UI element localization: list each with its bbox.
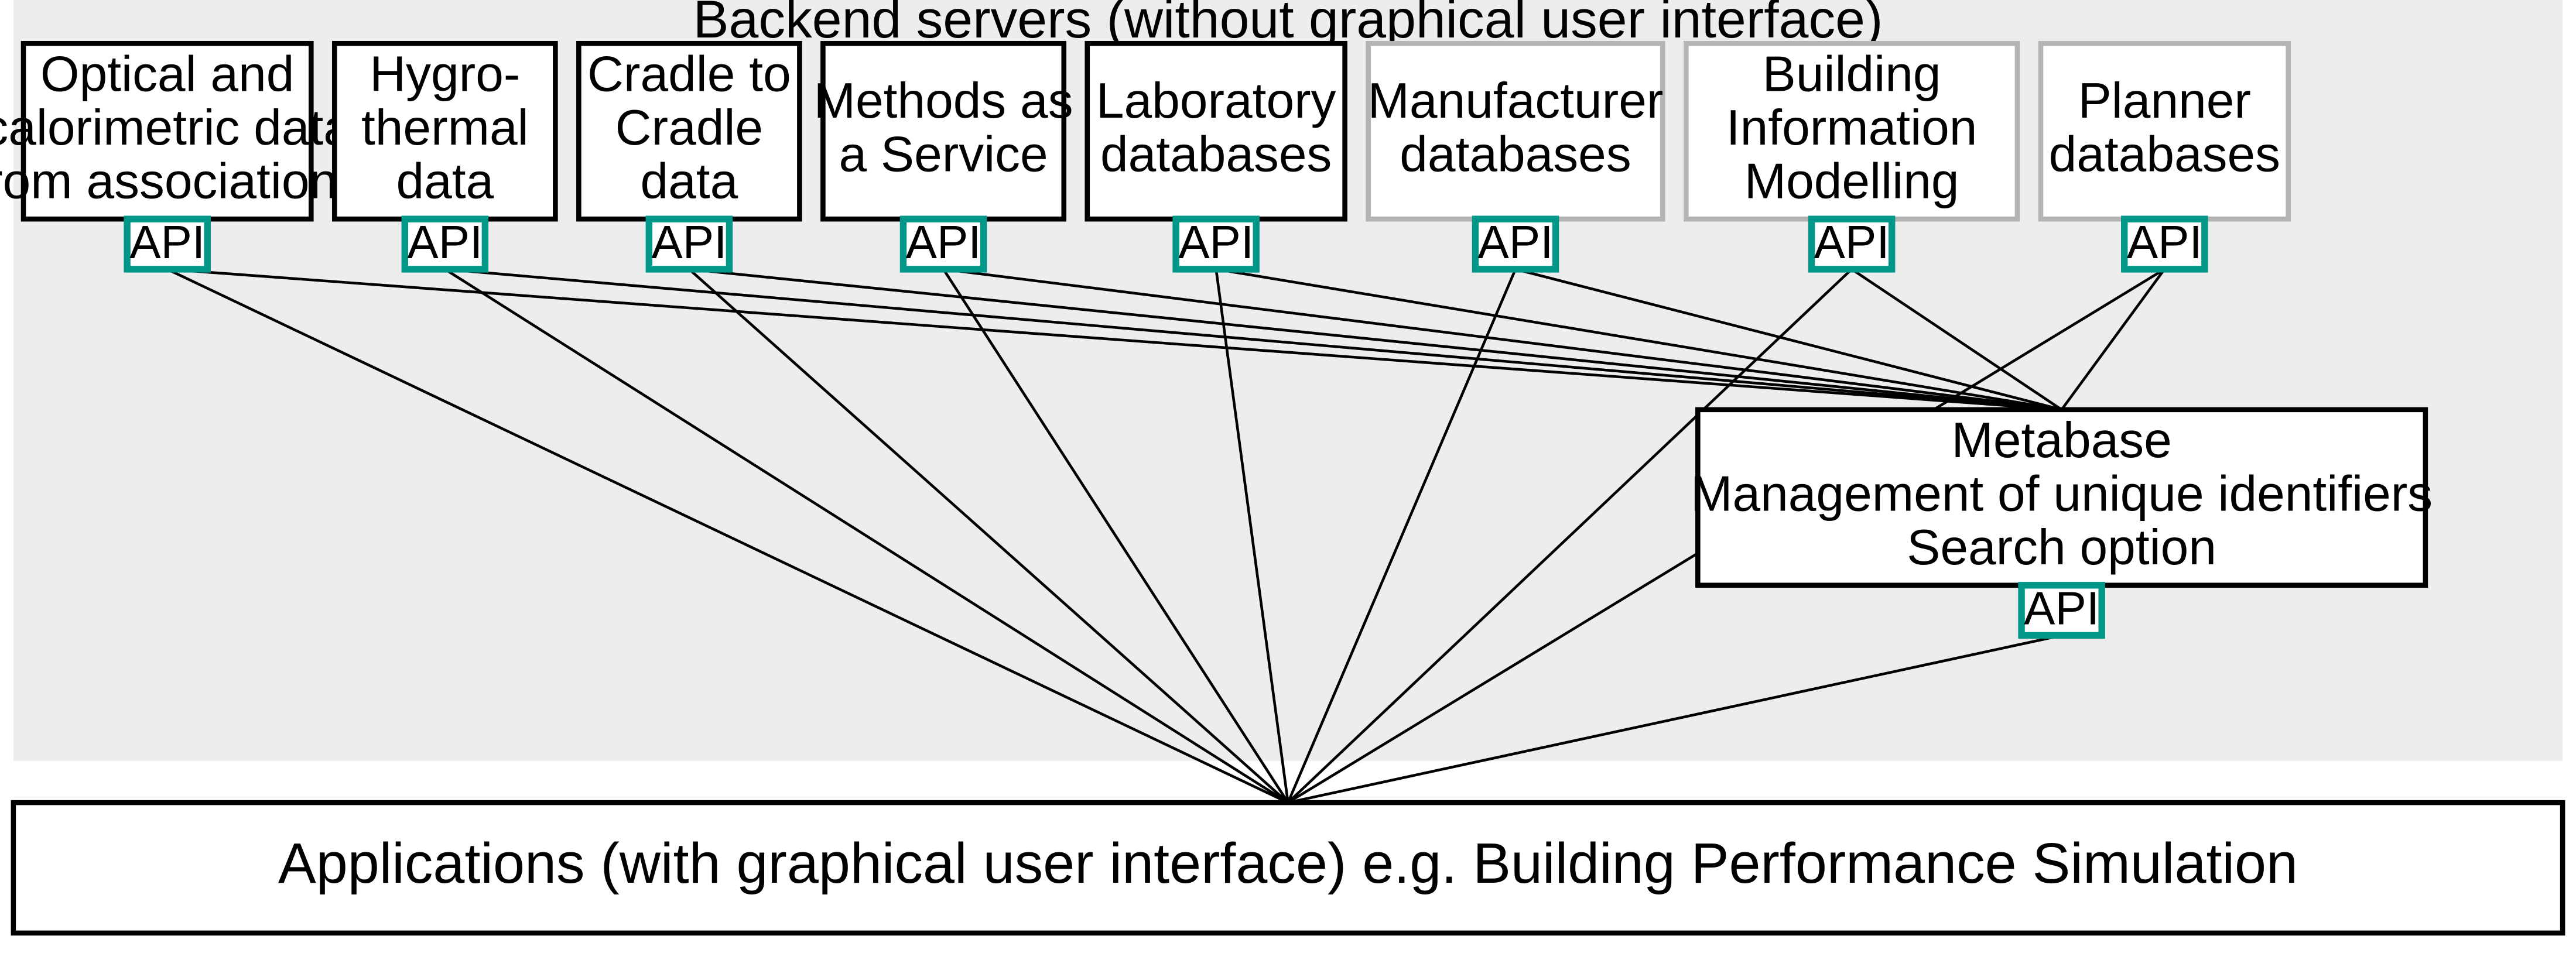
server-label: calorimetric data xyxy=(0,100,351,156)
api-label: API xyxy=(2024,582,2099,635)
architecture-diagram: Backend servers (without graphical user … xyxy=(0,0,2576,953)
server-label: thermal xyxy=(361,100,529,156)
metabase-label: Search option xyxy=(1907,519,2216,575)
api-label: API xyxy=(1814,216,1890,268)
server-label: Methods as xyxy=(814,73,1073,129)
server-label: Information xyxy=(1726,100,1978,156)
diagram-root: Backend servers (without graphical user … xyxy=(0,0,2576,953)
server-label: databases xyxy=(1100,126,1332,183)
api-label: API xyxy=(129,216,205,268)
api-label: API xyxy=(407,216,483,268)
server-label: Cradle to xyxy=(587,46,791,102)
metabase-label: Metabase xyxy=(1951,412,2171,468)
server-label: Laboratory xyxy=(1096,73,1336,129)
server-label: databases xyxy=(2049,126,2280,183)
api-label: API xyxy=(651,216,727,268)
api-label: API xyxy=(2127,216,2202,268)
server-label: from associations xyxy=(0,153,362,209)
server-label: data xyxy=(640,153,738,209)
applications-label: Applications (with graphical user interf… xyxy=(278,831,2298,895)
server-label: Cradle xyxy=(615,100,763,156)
api-label: API xyxy=(1178,216,1254,268)
api-label: API xyxy=(906,216,981,268)
server-label: Modelling xyxy=(1744,153,1959,209)
server-label: Manufacturer xyxy=(1368,73,1664,129)
server-label: Building xyxy=(1763,46,1941,102)
server-label: data xyxy=(396,153,494,209)
metabase-label: Management of unique identifiers xyxy=(1691,465,2433,522)
api-label: API xyxy=(1478,216,1554,268)
server-label: Optical and xyxy=(40,46,294,102)
server-label: a Service xyxy=(839,126,1048,183)
server-label: databases xyxy=(1400,126,1631,183)
server-label: Planner xyxy=(2078,73,2251,129)
server-label: Hygro- xyxy=(370,46,520,102)
